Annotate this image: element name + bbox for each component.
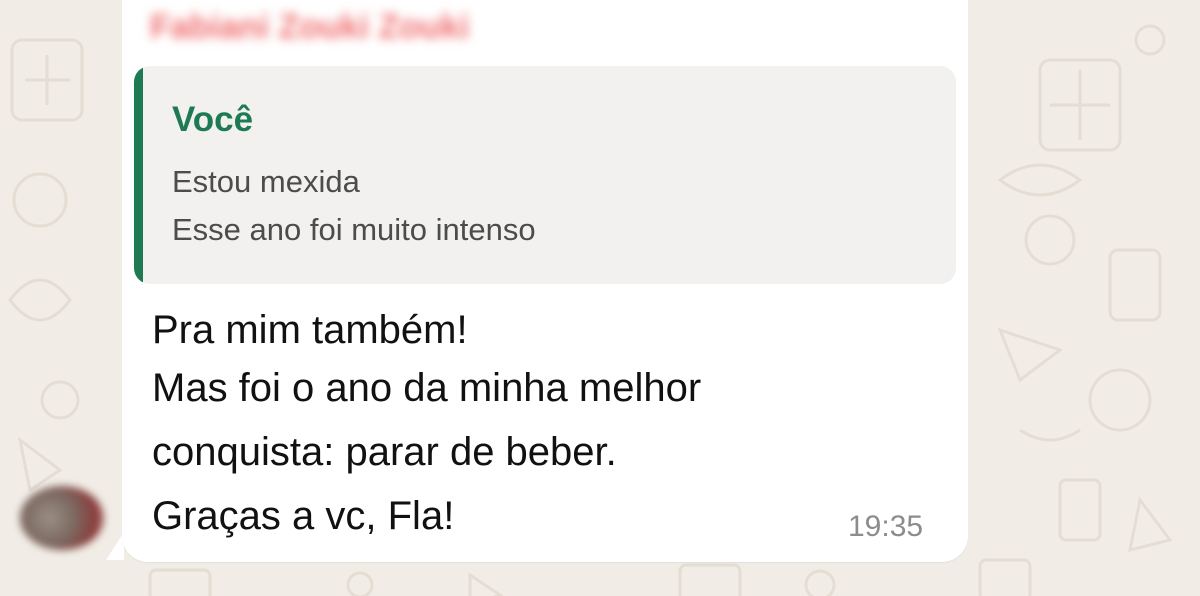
quote-line: Estou mexida xyxy=(172,164,360,199)
message-text-line: Pra mim também! xyxy=(152,308,468,352)
quote-accent-bar xyxy=(134,66,143,284)
message-text-line: Graças a vc, Fla! xyxy=(152,494,455,538)
message-timestamp: 19:35 xyxy=(848,510,924,543)
contact-avatar[interactable] xyxy=(20,486,104,550)
sender-name[interactable]: Fabiani Zouki Zouki xyxy=(150,8,469,47)
message-text-line: Mas foi o ano da minha melhor xyxy=(152,366,702,410)
quote-author: Você xyxy=(172,100,254,139)
quote-line: Esse ano foi muito intenso xyxy=(172,212,536,247)
message-text-line: conquista: parar de beber. xyxy=(152,430,617,474)
quoted-message[interactable]: Você Estou mexida Esse ano foi muito int… xyxy=(134,66,956,284)
